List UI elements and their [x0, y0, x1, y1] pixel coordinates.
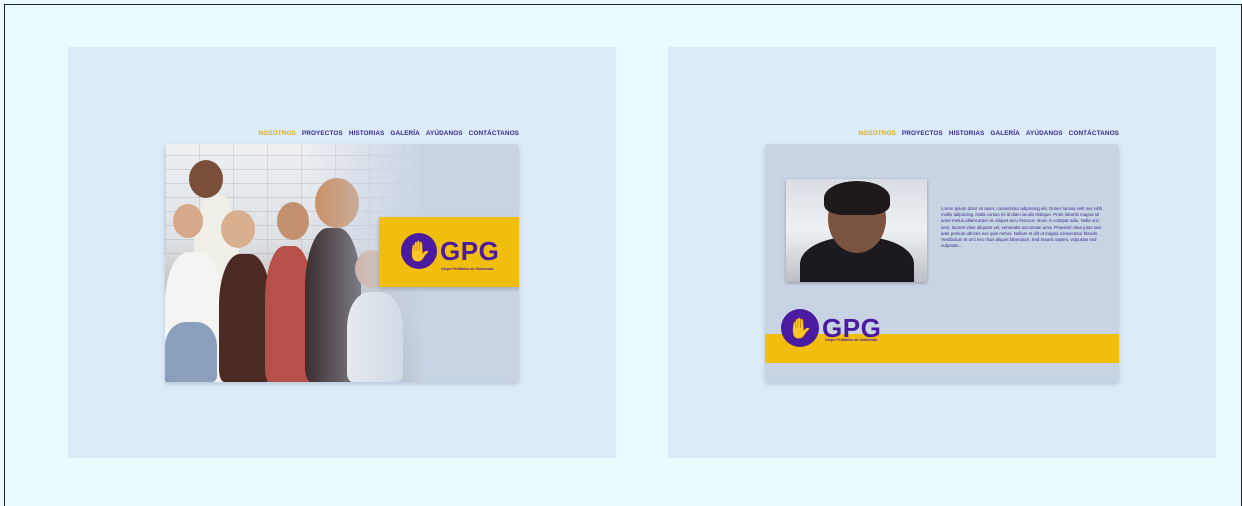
logo-subtitle: Grupo Pediátrico de Guatemala: [825, 338, 878, 342]
nav-item-ayudanos[interactable]: AYÚDANOS: [1026, 130, 1063, 137]
mockup-about: NOSOTROS PROYECTOS HISTORIAS GALERÍA AYÚ…: [668, 47, 1216, 458]
nav-item-nosotros[interactable]: NOSOTROS: [259, 130, 296, 137]
main-nav: NOSOTROS PROYECTOS HISTORIAS GALERÍA AYÚ…: [259, 130, 519, 137]
nav-item-proyectos[interactable]: PROYECTOS: [302, 130, 343, 137]
logo-banner: ✋ GPG Grupo Pediátrico de Guatemala: [379, 217, 519, 287]
about-body-text: Lorem ipsum dolor sit amet, consectetur …: [941, 206, 1103, 249]
hand-icon: ✋: [401, 233, 437, 269]
logo-subtitle: Grupo Pediátrico de Guatemala: [441, 267, 494, 271]
about-card: Lorem ipsum dolor sit amet, consectetur …: [765, 144, 1119, 382]
logo-text: GPG: [440, 235, 500, 266]
nav-item-ayudanos[interactable]: AYÚDANOS: [426, 130, 463, 137]
girl-portrait-photo: [786, 179, 927, 282]
nav-item-historias[interactable]: HISTORIAS: [349, 130, 385, 137]
nav-item-nosotros[interactable]: NOSOTROS: [859, 130, 896, 137]
gpg-logo[interactable]: ✋ GPG: [401, 233, 499, 269]
main-nav: NOSOTROS PROYECTOS HISTORIAS GALERÍA AYÚ…: [859, 130, 1119, 137]
nav-item-proyectos[interactable]: PROYECTOS: [902, 130, 943, 137]
mockup-home: NOSOTROS PROYECTOS HISTORIAS GALERÍA AYÚ…: [68, 47, 616, 458]
nav-item-galeria[interactable]: GALERÍA: [990, 130, 1019, 137]
hand-icon: ✋: [781, 309, 819, 347]
hero-card: ✋ GPG Grupo Pediátrico de Guatemala: [165, 144, 519, 382]
nav-item-galeria[interactable]: GALERÍA: [390, 130, 419, 137]
nav-item-contactanos[interactable]: CONTÁCTANOS: [1069, 130, 1119, 137]
nav-item-contactanos[interactable]: CONTÁCTANOS: [469, 130, 519, 137]
nav-item-historias[interactable]: HISTORIAS: [949, 130, 985, 137]
